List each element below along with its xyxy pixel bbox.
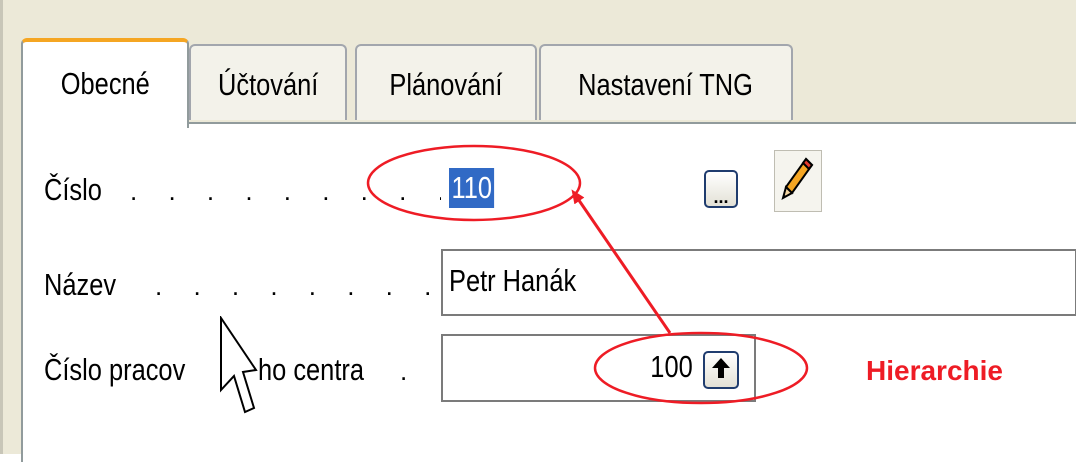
pencil-icon: [780, 155, 816, 208]
name-field[interactable]: Petr Hanák: [441, 249, 1076, 316]
tab-posting[interactable]: Účtování: [189, 44, 347, 120]
name-value: Petr Hanák: [449, 263, 577, 298]
tab-tng-label: Nastavení TNG: [578, 67, 754, 102]
tab-general[interactable]: Obecné: [21, 38, 189, 128]
number-value-selected[interactable]: 110: [449, 168, 495, 208]
tab-planning[interactable]: Plánování: [355, 44, 537, 120]
lookup-button[interactable]: ...: [704, 170, 738, 208]
window-edge: [0, 0, 3, 454]
mouse-cursor-icon: [218, 314, 258, 431]
work-center-label-start: Číslo pracov: [44, 352, 186, 387]
tab-tng-settings[interactable]: Nastavení TNG: [539, 44, 793, 120]
tab-general-label: Obecné: [60, 66, 150, 101]
work-center-number-value: 100: [650, 349, 693, 384]
work-center-label-leader: .: [400, 356, 420, 386]
edit-button[interactable]: [774, 150, 822, 212]
tab-posting-label: Účtování: [217, 67, 319, 102]
tab-planning-label: Plánování: [389, 67, 503, 102]
up-arrow-icon: [711, 356, 731, 385]
work-center-label-end: ho centra: [258, 352, 364, 387]
hierarchy-annotation: Hierarchie: [866, 355, 1003, 386]
number-label: Číslo: [44, 172, 102, 207]
name-label: Název: [44, 267, 117, 302]
parent-lookup-button[interactable]: [703, 351, 739, 389]
